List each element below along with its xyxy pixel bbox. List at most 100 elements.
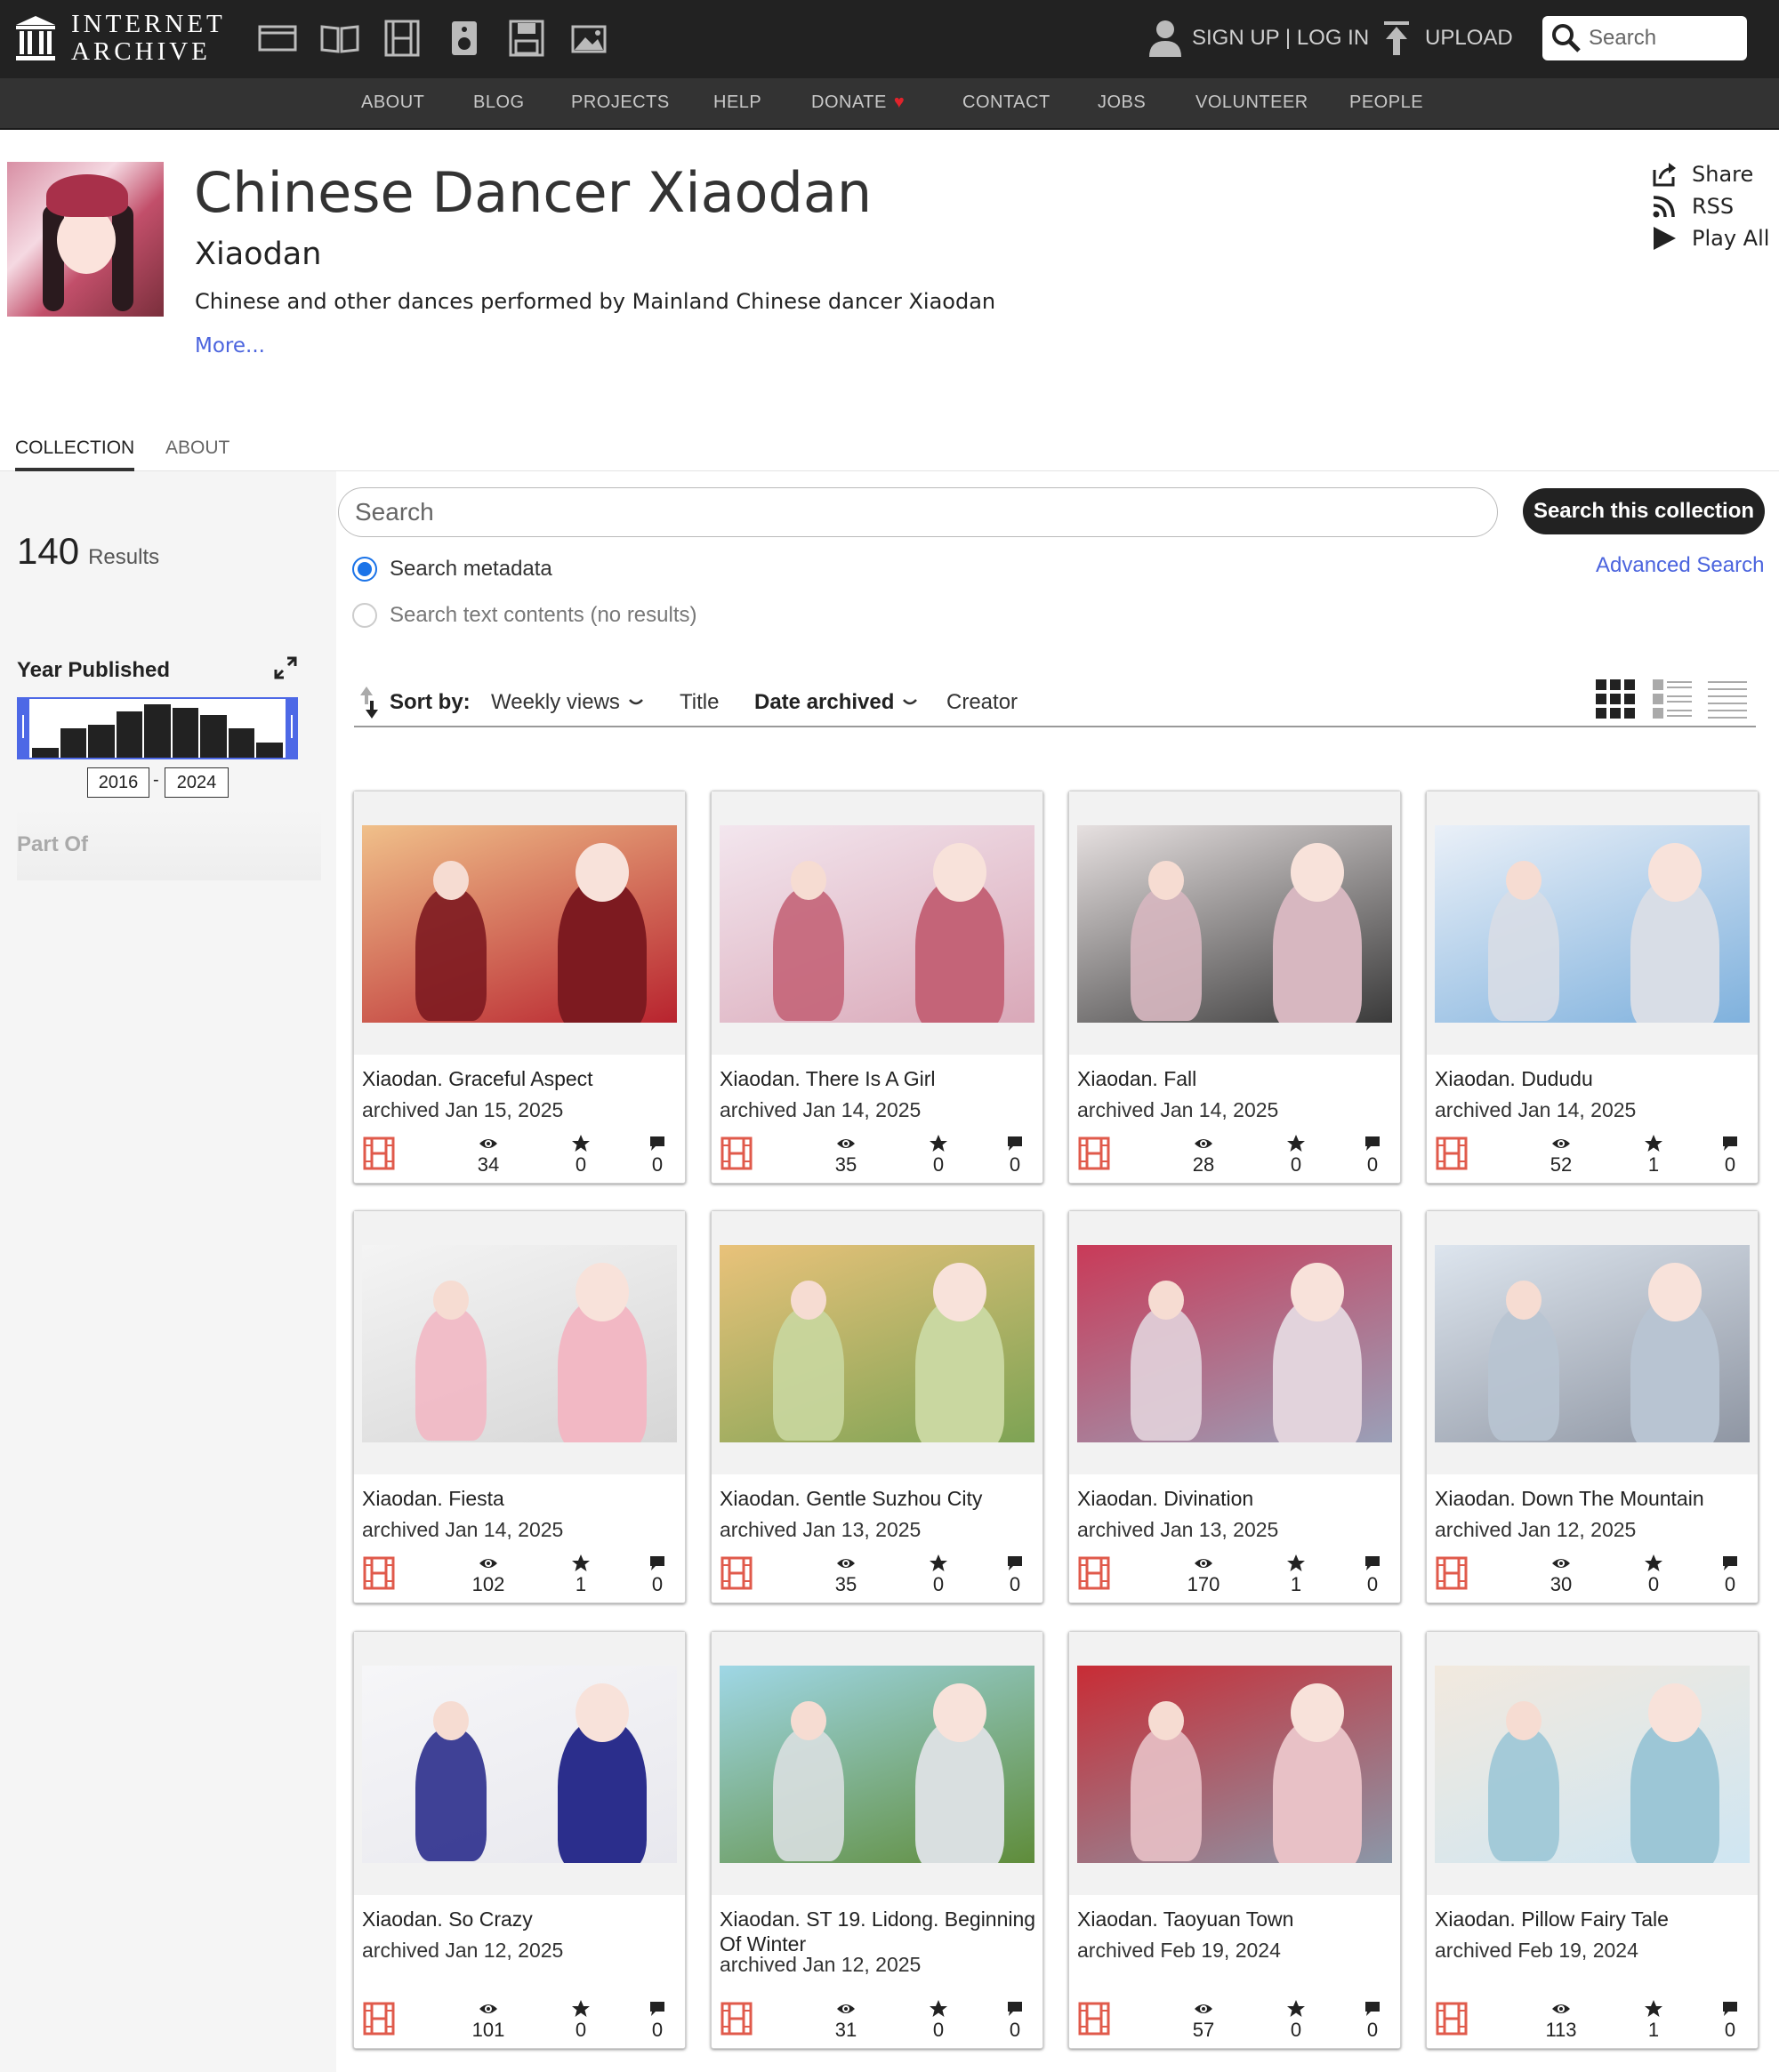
top-search-box[interactable]: [1542, 16, 1747, 60]
histogram-bar[interactable]: [228, 728, 255, 758]
nav-contact[interactable]: CONTACT: [962, 92, 1050, 113]
expand-icon[interactable]: [272, 655, 299, 681]
nav-jobs[interactable]: JOBS: [1098, 92, 1146, 113]
chevron-down-icon: [628, 699, 643, 705]
result-tile[interactable]: Xiaodan. Divination archived Jan 13, 2025…: [1068, 1210, 1401, 1603]
year-to-input[interactable]: 2024: [165, 767, 229, 798]
software-icon[interactable]: [505, 18, 548, 59]
metadata-radio[interactable]: [352, 557, 377, 582]
nav-donate[interactable]: DONATE ♥: [811, 92, 905, 113]
audio-icon[interactable]: [443, 18, 486, 59]
result-tile[interactable]: Xiaodan. Fiesta archived Jan 14, 2025 102 1…: [353, 1210, 686, 1603]
upload-link[interactable]: UPLOAD: [1379, 18, 1513, 59]
histogram-bar[interactable]: [32, 748, 59, 758]
comment-icon: [631, 2000, 684, 2018]
histogram-bar[interactable]: [116, 711, 143, 758]
text-contents-radio[interactable]: [352, 603, 377, 628]
search-metadata-option[interactable]: Search metadata: [352, 557, 552, 582]
comment-icon: [988, 1554, 1042, 1572]
result-tile[interactable]: Xiaodan. Gentle Suzhou City archived Jan …: [711, 1210, 1043, 1603]
histogram-bar[interactable]: [144, 704, 171, 758]
item-thumbnail: [720, 1245, 1034, 1442]
share-icon: [1653, 163, 1676, 187]
result-tile[interactable]: Xiaodan. Fall archived Jan 14, 2025 28 0 0: [1068, 791, 1401, 1184]
result-tile[interactable]: Xiaodan. There Is A Girl archived Jan 14,…: [711, 791, 1043, 1184]
tab-about[interactable]: ABOUT: [165, 438, 229, 459]
more-link[interactable]: More...: [195, 334, 265, 357]
item-title[interactable]: Xiaodan. So Crazy: [362, 1907, 679, 1931]
collection-search-box[interactable]: [338, 487, 1498, 537]
rss-link[interactable]: RSS: [1651, 192, 1734, 221]
search-text-option[interactable]: Search text contents (no results): [352, 603, 697, 628]
item-title[interactable]: Xiaodan. Graceful Aspect: [362, 1066, 679, 1091]
sort-date-archived[interactable]: Date archived: [754, 690, 918, 715]
item-title[interactable]: Xiaodan. Fall: [1077, 1066, 1394, 1091]
web-icon[interactable]: [256, 18, 299, 59]
texts-icon[interactable]: [318, 18, 361, 59]
histogram-handle-left[interactable]: [17, 697, 29, 759]
star-icon: [1627, 1135, 1680, 1152]
item-title[interactable]: Xiaodan. ST 19. Lidong. Beginning Of Win…: [720, 1907, 1036, 1956]
comment-icon: [1346, 1554, 1399, 1572]
item-title[interactable]: Xiaodan. Down The Mountain: [1435, 1486, 1751, 1511]
comment-icon: [1703, 1135, 1757, 1152]
advanced-search-link[interactable]: Advanced Search: [1596, 553, 1764, 578]
item-stats: 30 0 0: [1435, 1553, 1751, 1597]
star-icon: [1269, 1554, 1323, 1572]
sort-direction-icon[interactable]: [359, 687, 379, 719]
collection-search-input[interactable]: [355, 498, 1422, 526]
year-from-input[interactable]: 2016: [87, 767, 149, 798]
comment-icon: [988, 1135, 1042, 1152]
nav-help[interactable]: HELP: [713, 92, 761, 113]
top-search-input[interactable]: [1589, 26, 1740, 51]
year-histogram[interactable]: [17, 697, 298, 759]
item-title[interactable]: Xiaodan. Fiesta: [362, 1486, 679, 1511]
histogram-bar[interactable]: [200, 715, 227, 758]
result-tile[interactable]: Xiaodan. Taoyuan Town archived Feb 19, 20…: [1068, 1631, 1401, 2049]
tab-collection[interactable]: COLLECTION: [15, 438, 135, 471]
search-collection-button[interactable]: Search this collection: [1523, 488, 1765, 534]
result-tile[interactable]: Xiaodan. Down The Mountain archived Jan 1…: [1426, 1210, 1759, 1603]
item-title[interactable]: Xiaodan. Divination: [1077, 1486, 1394, 1511]
sort-weekly-views[interactable]: Weekly views: [491, 690, 643, 715]
histogram-bar[interactable]: [256, 743, 283, 758]
video-icon[interactable]: [381, 18, 423, 59]
item-stats: 35 0 0: [720, 1553, 1036, 1597]
result-tile[interactable]: Xiaodan. So Crazy archived Jan 12, 2025 10…: [353, 1631, 686, 2049]
result-tile[interactable]: Xiaodan. ST 19. Lidong. Beginning Of Win…: [711, 1631, 1043, 2049]
item-title[interactable]: Xiaodan. Dududu: [1435, 1066, 1751, 1091]
favorites-stat: 1: [1627, 1133, 1680, 1176]
item-title[interactable]: Xiaodan. There Is A Girl: [720, 1066, 1036, 1091]
histogram-bar[interactable]: [88, 725, 115, 758]
histogram-handle-right[interactable]: [286, 697, 298, 759]
nav-about[interactable]: ABOUT: [361, 92, 424, 113]
favorites-stat: 0: [1269, 1133, 1323, 1176]
play-all-link[interactable]: Play All: [1651, 224, 1769, 253]
nav-volunteer[interactable]: VOLUNTEER: [1195, 92, 1308, 113]
result-tile[interactable]: Xiaodan. Pillow Fairy Tale archived Feb 1…: [1426, 1631, 1759, 2049]
item-stats: 31 0 0: [720, 1998, 1036, 2043]
list-detail-view-icon[interactable]: [1653, 679, 1692, 719]
item-stats: 28 0 0: [1077, 1133, 1394, 1177]
histogram-bar[interactable]: [60, 728, 87, 758]
histogram-bar[interactable]: [172, 708, 199, 758]
item-title[interactable]: Xiaodan. Taoyuan Town: [1077, 1907, 1394, 1931]
compact-list-view-icon[interactable]: [1708, 679, 1747, 719]
images-icon[interactable]: [568, 18, 610, 59]
result-tile[interactable]: Xiaodan. Dududu archived Jan 14, 2025 52 1 0: [1426, 791, 1759, 1184]
tile-view-icon[interactable]: [1596, 679, 1635, 719]
sort-title[interactable]: Title: [680, 690, 719, 715]
internet-archive-logo[interactable]: INTERNET ARCHIVE: [14, 11, 226, 66]
nav-people[interactable]: PEOPLE: [1349, 92, 1423, 113]
part-of-facet[interactable]: Part Of: [17, 809, 321, 880]
nav-blog[interactable]: BLOG: [473, 92, 525, 113]
result-tile[interactable]: Xiaodan. Graceful Aspect archived Jan 15,…: [353, 791, 686, 1184]
item-title[interactable]: Xiaodan. Gentle Suzhou City: [720, 1486, 1036, 1511]
favorites-stat: 0: [1627, 1553, 1680, 1595]
nav-projects[interactable]: PROJECTS: [571, 92, 670, 113]
item-title[interactable]: Xiaodan. Pillow Fairy Tale: [1435, 1907, 1751, 1931]
tile-image-area: [1427, 1632, 1758, 1895]
sort-creator[interactable]: Creator: [946, 690, 1018, 715]
sign-up-log-in-link[interactable]: SIGN UP | LOG IN: [1147, 18, 1369, 59]
share-link[interactable]: Share: [1651, 160, 1753, 189]
